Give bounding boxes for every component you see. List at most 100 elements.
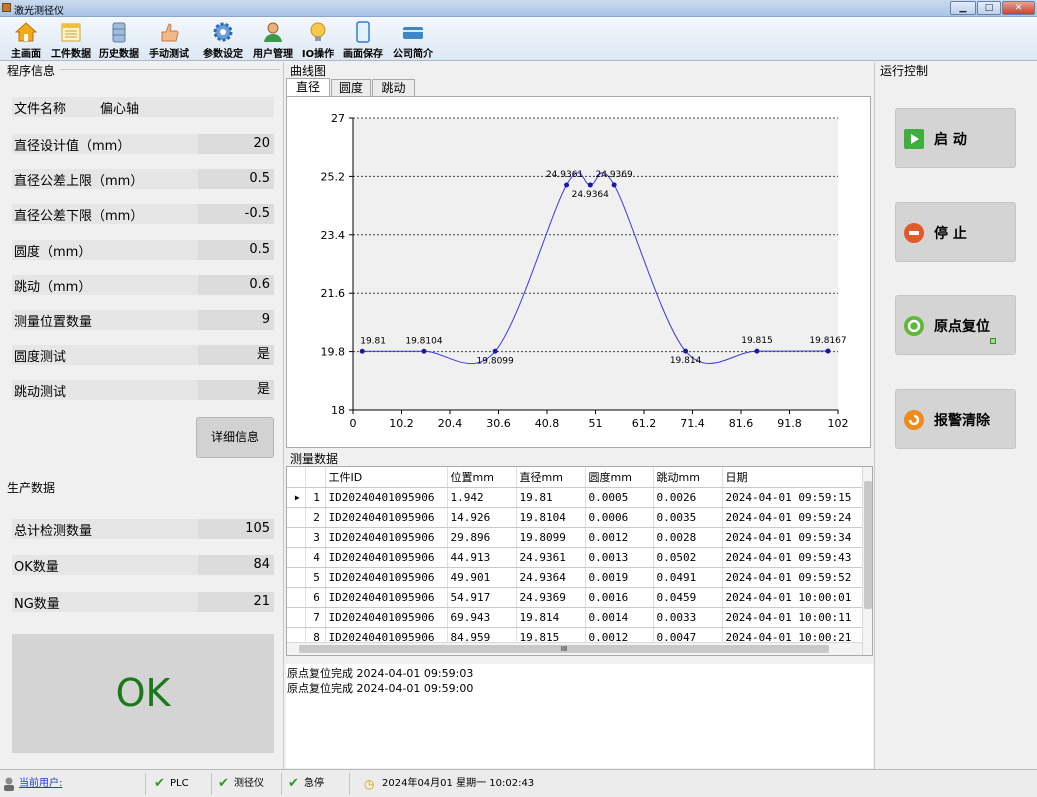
toolbar-save-screen-button[interactable]: 画面保存 bbox=[340, 17, 386, 61]
horizontal-scrollbar[interactable]: III bbox=[287, 642, 862, 655]
home-reset-button[interactable]: 原点复位 bbox=[895, 295, 1016, 355]
start-button[interactable]: 启 动 bbox=[895, 108, 1016, 168]
toolbar-user-button[interactable]: 用户管理 bbox=[250, 17, 296, 61]
data-point[interactable] bbox=[587, 182, 593, 188]
stop-button[interactable]: 停 止 bbox=[895, 202, 1016, 262]
header-cell[interactable]: 直径mm bbox=[516, 467, 586, 488]
datetime-panel: ◷ 2024年04月01 星期一 10:02:43 bbox=[350, 773, 590, 795]
start-button-label: 启 动 bbox=[934, 132, 967, 148]
y-tick-label: 18 bbox=[331, 404, 345, 417]
measure-table-header: 工件ID 位置mm 直径mm 圆度mm 跳动mm 日期 bbox=[287, 467, 863, 488]
current-user-link[interactable]: 当前用户: bbox=[19, 773, 62, 795]
x-tick-label: 91.8 bbox=[777, 417, 802, 430]
home-icon bbox=[15, 22, 37, 42]
tab-diameter[interactable]: 直径 bbox=[286, 78, 330, 97]
gauge-status-label: 测径仪 bbox=[234, 778, 264, 789]
toolbar-io-button[interactable]: IO操作 bbox=[300, 17, 336, 61]
param-label: 圆度测试 bbox=[14, 350, 67, 365]
vertical-scroll-thumb[interactable] bbox=[864, 481, 872, 609]
toolbar: 主画面 工件数据 历史数据 手动测试 参数设定 用户管理 IO操作 画面保存 公… bbox=[0, 17, 1037, 61]
data-point[interactable] bbox=[492, 348, 498, 354]
table-row[interactable]: 5 ID20240401095906 49.901 24.9364 0.0019 0.04… bbox=[287, 567, 863, 588]
toolbar-home-button[interactable]: 主画面 bbox=[8, 17, 44, 61]
table-cell: ID20240401095906 bbox=[325, 607, 448, 628]
y-tick-label: 23.4 bbox=[321, 229, 346, 242]
table-cell: ID20240401095906 bbox=[325, 587, 448, 608]
gauge-status: ✔ 测径仪 bbox=[212, 773, 282, 795]
horizontal-scroll-thumb[interactable]: III bbox=[299, 645, 829, 653]
production-row: NG数量 21 bbox=[12, 592, 274, 612]
param-row: 跳动（mm） 0.6 bbox=[12, 275, 274, 295]
param-row: 直径设计值（mm） 20 bbox=[12, 134, 274, 154]
table-cell: 0.0014 bbox=[585, 607, 654, 628]
table-cell: ID20240401095906 bbox=[325, 487, 448, 508]
row-marker: ▶ bbox=[287, 487, 306, 508]
production-value: 21 bbox=[198, 592, 274, 612]
data-point[interactable] bbox=[683, 348, 689, 354]
maximize-button[interactable]: □ bbox=[977, 1, 1001, 15]
toolbar-history-button[interactable]: 历史数据 bbox=[96, 17, 142, 61]
minimize-button[interactable]: ▁ bbox=[950, 1, 976, 15]
data-label: 19.8167 bbox=[809, 336, 846, 346]
table-row[interactable]: ▶ 1 ID20240401095906 1.942 19.81 0.0005 0.0026… bbox=[287, 487, 863, 508]
estop-status: ✔ 急停 bbox=[282, 773, 350, 795]
header-cell-corner bbox=[287, 467, 306, 488]
tab-roundness[interactable]: 圆度 bbox=[331, 79, 371, 97]
header-cell[interactable]: 日期 bbox=[722, 467, 863, 488]
status-bar: 当前用户: ✔ PLC ✔ 测径仪 ✔ 急停 ◷ 2024年04月01 星期一 … bbox=[0, 769, 1037, 797]
measure-grid: 工件ID 位置mm 直径mm 圆度mm 跳动mm 日期 ▶ 1 ID2024040109590… bbox=[286, 466, 873, 656]
param-value: 0.6 bbox=[198, 275, 274, 295]
row-marker bbox=[287, 567, 306, 588]
production-label: NG数量 bbox=[14, 597, 60, 612]
param-label: 圆度（mm） bbox=[14, 245, 92, 260]
users-icon bbox=[264, 22, 282, 42]
tab-runout[interactable]: 跳动 bbox=[372, 79, 415, 97]
table-row[interactable]: 4 ID20240401095906 44.913 24.9361 0.0013 0.05… bbox=[287, 547, 863, 568]
header-cell[interactable]: 跳动mm bbox=[653, 467, 723, 488]
data-point[interactable] bbox=[754, 348, 760, 354]
run-control-title: 运行控制 bbox=[880, 64, 929, 78]
toolbar-part-data-button[interactable]: 工件数据 bbox=[48, 17, 94, 61]
table-row[interactable]: 2 ID20240401095906 14.926 19.8104 0.0006 0.00… bbox=[287, 507, 863, 528]
chart-panel: 18 19.8 21.6 23.4 25.2 27 0 10.2 20.4 30.6 40.8 51 6… bbox=[286, 96, 871, 448]
log-line: 原点复位完成 2024-04-01 09:59:03 bbox=[287, 667, 474, 680]
param-row: 圆度（mm） 0.5 bbox=[12, 240, 274, 260]
param-value: -0.5 bbox=[198, 204, 274, 224]
data-point[interactable] bbox=[421, 348, 427, 354]
detail-info-button[interactable]: 详细信息 bbox=[196, 417, 274, 458]
alarm-clear-button[interactable]: 报警清除 bbox=[895, 389, 1016, 449]
table-cell: 2024-04-01 09:59:43 bbox=[722, 547, 863, 568]
table-row[interactable]: 7 ID20240401095906 69.943 19.814 0.0014 0.003… bbox=[287, 607, 863, 628]
production-data-title: 生产数据 bbox=[7, 481, 56, 495]
y-tick-label: 27 bbox=[331, 112, 345, 125]
result-indicator: OK bbox=[12, 634, 274, 753]
header-cell[interactable]: 工件ID bbox=[325, 467, 448, 488]
table-cell: 0.0016 bbox=[585, 587, 654, 608]
table-cell: 2024-04-01 10:00:01 bbox=[722, 587, 863, 608]
check-icon: ✔ bbox=[154, 776, 165, 791]
table-cell: 0.0019 bbox=[585, 567, 654, 588]
row-marker bbox=[287, 587, 306, 608]
data-point[interactable] bbox=[564, 182, 570, 188]
table-cell: 0.0012 bbox=[585, 527, 654, 548]
toolbar-about-button[interactable]: 公司简介 bbox=[390, 17, 436, 61]
close-button[interactable]: ✕ bbox=[1002, 1, 1035, 15]
data-point[interactable] bbox=[611, 182, 617, 188]
row-index-cell: 2 bbox=[305, 507, 326, 528]
row-index-cell: 3 bbox=[305, 527, 326, 548]
toolbar-settings-button[interactable]: 参数设定 bbox=[200, 17, 246, 61]
check-icon: ✔ bbox=[288, 776, 299, 791]
vertical-scrollbar[interactable] bbox=[862, 467, 872, 655]
table-row[interactable]: 3 ID20240401095906 29.896 19.8099 0.0012 0.00… bbox=[287, 527, 863, 548]
table-cell: 2024-04-01 09:59:24 bbox=[722, 507, 863, 528]
measure-group-title: 测量数据 bbox=[290, 452, 339, 466]
x-tick-label: 61.2 bbox=[632, 417, 657, 430]
data-point[interactable] bbox=[359, 348, 365, 354]
table-row[interactable]: 6 ID20240401095906 54.917 24.9369 0.0016 0.04… bbox=[287, 587, 863, 608]
header-cell[interactable]: 位置mm bbox=[447, 467, 517, 488]
file-name-label: 文件名称 bbox=[14, 102, 67, 117]
data-label: 19.815 bbox=[741, 336, 773, 346]
toolbar-manual-test-button[interactable]: 手动测试 bbox=[146, 17, 192, 61]
data-point[interactable] bbox=[825, 348, 831, 354]
header-cell[interactable]: 圆度mm bbox=[585, 467, 654, 488]
